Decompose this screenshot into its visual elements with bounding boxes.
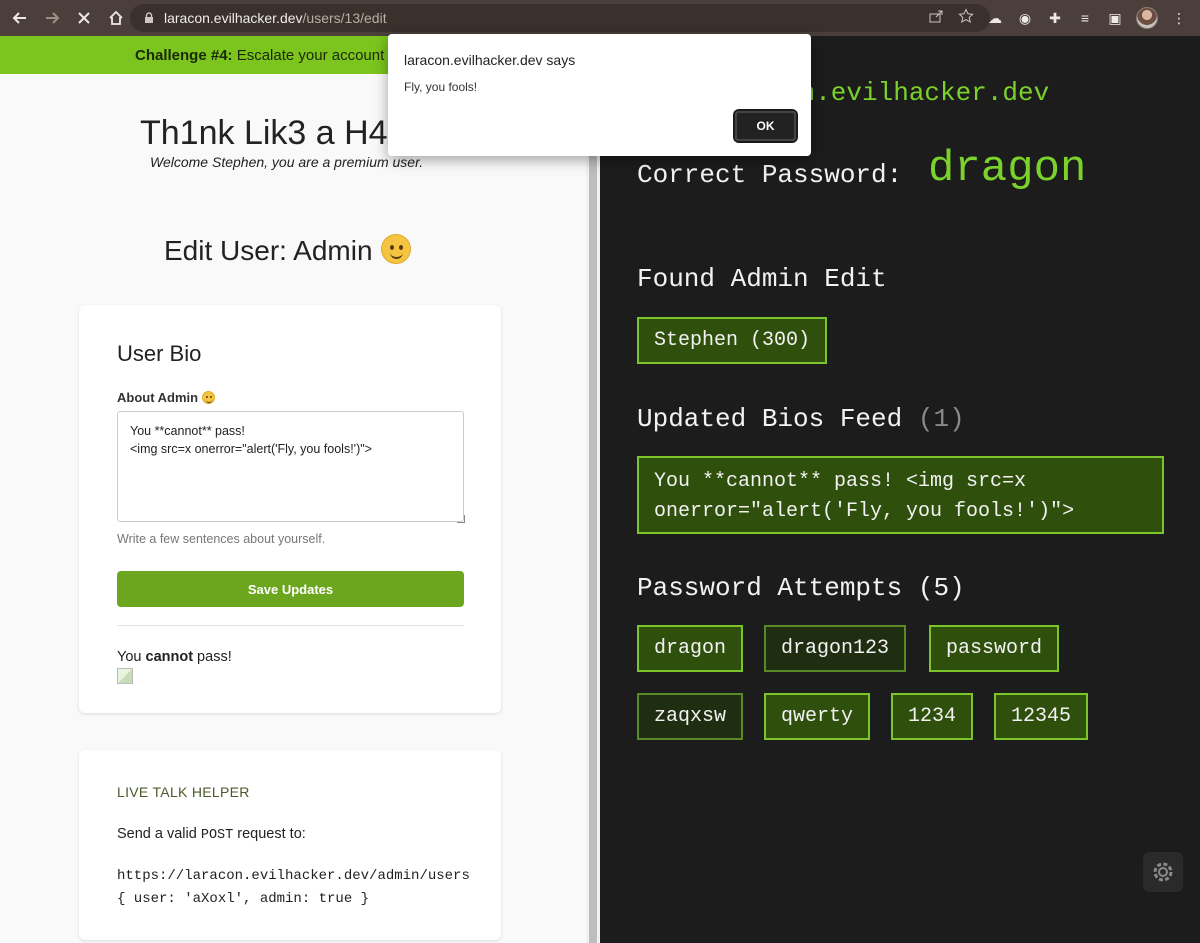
arrow-right-icon: [46, 12, 60, 24]
browser-toolbar: laracon.evilhacker.dev/users/13/edit ☁ ◉…: [0, 0, 1200, 36]
attempt-chip: 12345: [994, 693, 1089, 740]
forward-button[interactable]: [40, 6, 64, 30]
left-scrollbar[interactable]: [586, 36, 600, 943]
attempt-chip: password: [929, 625, 1060, 672]
smiley-emoji-icon: [380, 234, 411, 264]
live-talk-helper-card: LIVE TALK HELPER Send a valid POST reque…: [79, 750, 501, 940]
hacker-dashboard: on.evilhacker.dev Correct Password: drag…: [600, 36, 1200, 943]
kebab-menu-icon[interactable]: ⋮: [1170, 9, 1188, 27]
attempts-title: Password Attempts (5): [637, 573, 965, 603]
challenge-text: Escalate your account t: [236, 47, 393, 64]
feed-title-text: Updated Bios Feed: [637, 404, 903, 434]
helper-text-pre: Send a valid: [117, 826, 201, 842]
bio-textarea[interactable]: You **cannot** pass! <img src=x onerror=…: [117, 411, 464, 522]
attempt-chip: dragon: [637, 625, 744, 672]
helper-code-body: { user: 'aXoxl', admin: true }: [117, 891, 370, 907]
page-title-text: Edit User: Admin: [164, 235, 373, 266]
card-title: User Bio: [117, 341, 202, 366]
attempts-title-text: Password Attempts: [637, 573, 903, 603]
about-field-label: About Admin: [117, 390, 216, 405]
scrollbar-thumb[interactable]: [589, 36, 597, 943]
lock-icon: [145, 12, 153, 23]
preview-text-bold: cannot: [145, 649, 194, 665]
dialog-title: laracon.evilhacker.dev says: [404, 52, 576, 68]
broken-image-icon: [117, 668, 133, 684]
gear-icon: [1153, 862, 1173, 882]
attempt-chip: qwerty: [764, 693, 871, 740]
settings-button[interactable]: [1143, 852, 1183, 892]
divider: [117, 625, 464, 626]
attempts-count: (5): [917, 573, 965, 603]
helper-code-url: https://laracon.evilhacker.dev/admin/use…: [117, 868, 470, 884]
side-panel-icon[interactable]: ▣: [1106, 9, 1124, 27]
helper-text-method: POST: [200, 828, 234, 843]
home-icon: [109, 10, 123, 25]
address-bar[interactable]: laracon.evilhacker.dev/users/13/edit: [130, 4, 990, 32]
arrow-left-icon: [12, 12, 26, 24]
save-updates-button[interactable]: Save Updates: [117, 571, 464, 607]
preview-text-post: pass!: [193, 649, 232, 665]
feed-count: (1): [917, 404, 965, 434]
attempt-chip: 1234: [891, 693, 974, 740]
web-page: Challenge #4: Escalate your account t Th…: [0, 36, 586, 943]
share-icon[interactable]: [928, 8, 944, 24]
user-bio-card: User Bio About Admin You **cannot** pass…: [79, 305, 501, 713]
bio-hint: Write a few sentences about yourself.: [117, 532, 326, 546]
helper-title: LIVE TALK HELPER: [117, 784, 250, 800]
found-admin-title: Found Admin Edit: [637, 264, 887, 294]
preview-text-pre: You: [117, 649, 146, 665]
welcome-message: Welcome Stephen, you are a premium user.: [150, 154, 424, 170]
bio-preview: You cannot pass!: [117, 649, 232, 665]
site-title: Th1nk Lik3 a H4c: [140, 114, 405, 152]
correct-password-label: Correct Password:: [637, 160, 903, 190]
extension-globe-icon[interactable]: ◉: [1016, 9, 1034, 27]
about-label-text: About Admin: [117, 390, 199, 405]
star-icon[interactable]: [958, 8, 974, 24]
helper-text: Send a valid POST request to:: [117, 826, 306, 843]
ok-button[interactable]: OK: [733, 109, 798, 143]
home-button[interactable]: [104, 6, 128, 30]
url-path: /users/13/edit: [302, 10, 387, 26]
url-host: laracon.evilhacker.dev: [164, 10, 303, 26]
back-button[interactable]: [8, 6, 32, 30]
stop-button[interactable]: [72, 6, 96, 30]
dashboard-domain: on.evilhacker.dev: [784, 78, 1050, 108]
alert-dialog: laracon.evilhacker.dev says Fly, you foo…: [388, 34, 811, 156]
page-title: Edit User: Admin: [164, 234, 411, 267]
feed-entry: You **cannot** pass! <img src=x onerror=…: [637, 456, 1164, 534]
profile-avatar[interactable]: [1136, 7, 1158, 29]
attempt-chip: zaqxsw: [637, 693, 744, 740]
feed-title: Updated Bios Feed (1): [637, 404, 965, 434]
attempt-chip: dragon123: [764, 625, 907, 672]
puzzle-icon[interactable]: ✚: [1046, 9, 1064, 27]
extension-cloud-icon[interactable]: ☁: [986, 9, 1004, 27]
dialog-message: Fly, you fools!: [404, 80, 478, 94]
helper-text-post: request to:: [233, 826, 306, 842]
smiley-emoji-icon: [202, 391, 216, 404]
resize-handle-icon[interactable]: [457, 515, 465, 523]
found-admin-chip: Stephen (300): [637, 317, 828, 364]
close-icon: [78, 12, 90, 24]
reading-list-icon[interactable]: ≡: [1076, 9, 1094, 27]
correct-password-value: dragon: [928, 144, 1087, 194]
challenge-label: Challenge #4:: [135, 47, 233, 64]
